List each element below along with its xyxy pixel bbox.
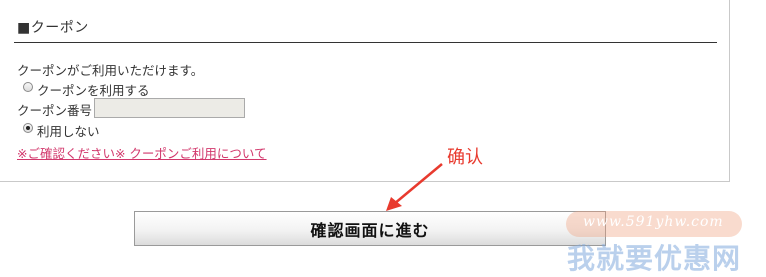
section-title: ■クーポン (17, 20, 89, 36)
section-divider (14, 42, 717, 43)
coupon-number-input[interactable] (94, 98, 245, 118)
no-coupon-label[interactable]: 利用しない (37, 121, 100, 140)
watermark-site-name: 我就要优惠网 (567, 242, 742, 275)
use-coupon-radio[interactable] (23, 82, 33, 92)
watermark-url: www.591yhw.com (583, 214, 724, 230)
use-coupon-label[interactable]: クーポンを利用する (37, 80, 150, 99)
coupon-notice-link[interactable]: ※ご確認ください※ クーポンご利用について (17, 143, 267, 162)
coupon-number-label: クーポン番号 (17, 103, 93, 118)
confirm-screen-button[interactable]: 確認画面に進む (134, 211, 606, 246)
coupon-intro-text: クーポンがご利用いただけます。 (17, 63, 204, 78)
no-coupon-radio[interactable] (23, 123, 33, 133)
